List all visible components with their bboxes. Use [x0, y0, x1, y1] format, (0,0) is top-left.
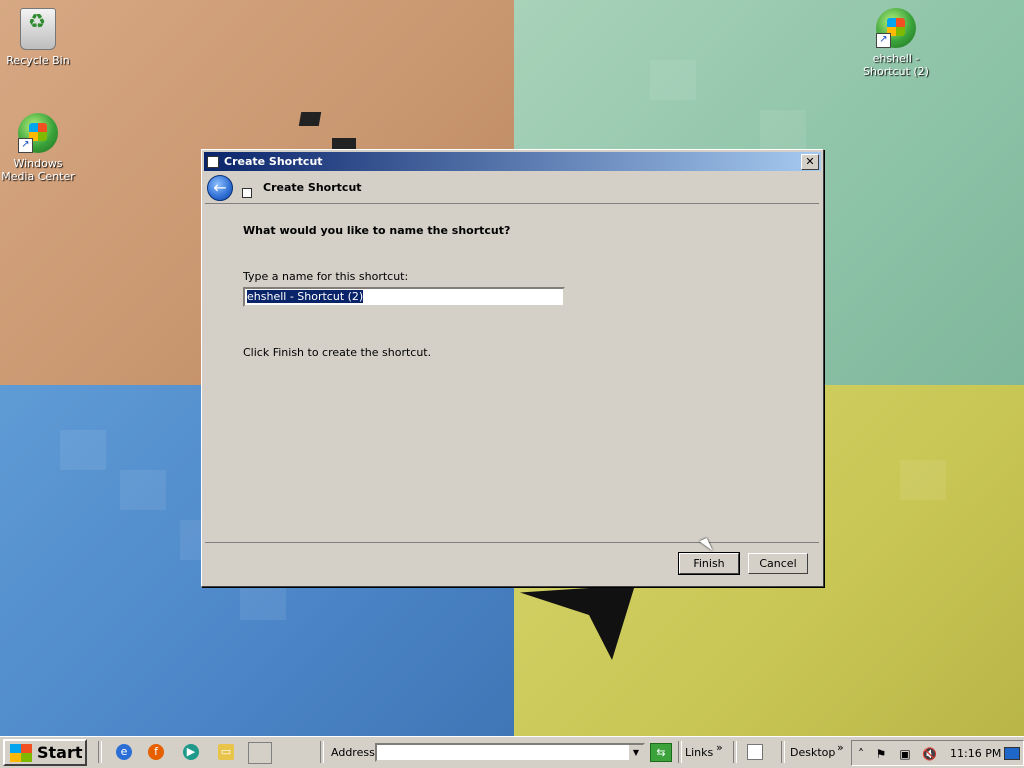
desktop-preview-icon[interactable] — [1004, 747, 1020, 760]
back-button[interactable]: ← — [207, 175, 233, 201]
start-button[interactable]: Start — [3, 739, 87, 766]
media-player-icon[interactable]: ▶ — [183, 744, 199, 760]
address-input[interactable]: ▼ — [375, 743, 645, 762]
desktop-icon-label: Recycle Bin — [6, 54, 70, 67]
wallpaper-tile — [650, 60, 696, 100]
wallpaper-tile — [760, 110, 806, 150]
finish-button[interactable]: Finish — [678, 552, 740, 575]
chevron-down-icon[interactable]: ▼ — [629, 745, 643, 760]
shortcut-name-input[interactable]: ehshell - Shortcut (2) — [243, 287, 565, 307]
desktop-icon-label: Windows Media Center — [1, 157, 75, 183]
shortcut-icon — [242, 188, 252, 198]
show-desktop-icon[interactable] — [248, 742, 272, 764]
shortcut-name-value: ehshell - Shortcut (2) — [247, 290, 364, 303]
create-shortcut-dialog: Create Shortcut ✕ ← Create Shortcut What… — [201, 149, 824, 587]
taskbar-separator — [98, 741, 102, 763]
wallpaper-tile — [120, 470, 166, 510]
taskbar-separator — [678, 741, 682, 763]
wizard-header: ← Create Shortcut — [202, 173, 823, 203]
internet-explorer-icon[interactable]: e — [116, 744, 132, 760]
folder-icon[interactable]: ▭ — [218, 744, 234, 760]
taskbar-separator — [733, 741, 737, 763]
windows-logo-icon — [10, 744, 32, 762]
shortcut-arrow-icon: ↗ — [18, 138, 33, 153]
desktop-chevron-icon[interactable]: » — [837, 741, 844, 754]
desktop-toolbar[interactable]: Desktop — [790, 746, 835, 759]
taskbar-separator — [781, 741, 785, 763]
shortcut-arrow-icon: ↗ — [876, 33, 891, 48]
desktop-icon-recycle-bin[interactable]: Recycle Bin — [0, 8, 78, 67]
show-hidden-icons-icon[interactable]: ˄ — [854, 747, 868, 761]
volume-muted-icon[interactable]: 🔇 — [922, 747, 937, 761]
recycle-bin-icon — [20, 8, 56, 50]
cancel-button[interactable]: Cancel — [748, 553, 808, 574]
dialog-title: Create Shortcut — [224, 155, 323, 168]
links-toolbar[interactable]: Links — [685, 746, 713, 759]
dialog-titlebar[interactable]: Create Shortcut ✕ — [204, 152, 821, 171]
desktop-icon-ehshell-shortcut[interactable]: ↗ ehshell - Shortcut (2) — [856, 8, 936, 78]
wallpaper-tile — [60, 430, 106, 470]
firefox-icon[interactable]: f — [148, 744, 164, 760]
desktop-icon-windows-media-center[interactable]: ↗ Windows Media Center — [0, 113, 78, 183]
flag-icon[interactable]: ⚑ — [874, 747, 888, 761]
taskbar-window-icon[interactable] — [747, 744, 763, 760]
page-question: What would you like to name the shortcut… — [243, 224, 511, 237]
go-button[interactable]: ⇆ — [650, 743, 672, 762]
links-chevron-icon[interactable]: » — [716, 741, 723, 754]
close-button[interactable]: ✕ — [801, 154, 819, 170]
wizard-content: What would you like to name the shortcut… — [205, 203, 819, 543]
taskbar: Start e f ▶ ▭ Address ▼ ⇆ Links » Deskto… — [0, 736, 1024, 768]
taskbar-separator — [320, 741, 324, 763]
desktop-icon-label: ehshell - Shortcut (2) — [863, 52, 929, 78]
wallpaper-tile — [900, 460, 946, 500]
shortcut-icon — [207, 156, 219, 168]
network-icon[interactable]: ▣ — [898, 747, 912, 761]
address-label: Address — [331, 746, 375, 759]
wallpaper-shape — [298, 112, 322, 126]
finish-hint: Click Finish to create the shortcut. — [243, 346, 432, 359]
system-tray: ˄ ⚑ ▣ 🔇 11:16 PM — [851, 740, 1024, 766]
clock[interactable]: 11:16 PM — [950, 747, 1001, 760]
windows-media-center-icon: ↗ — [18, 113, 58, 153]
name-field-label: Type a name for this shortcut: — [243, 270, 409, 283]
ehshell-shortcut-icon: ↗ — [876, 8, 916, 48]
start-label: Start — [37, 743, 83, 762]
wizard-title: Create Shortcut — [263, 181, 362, 194]
